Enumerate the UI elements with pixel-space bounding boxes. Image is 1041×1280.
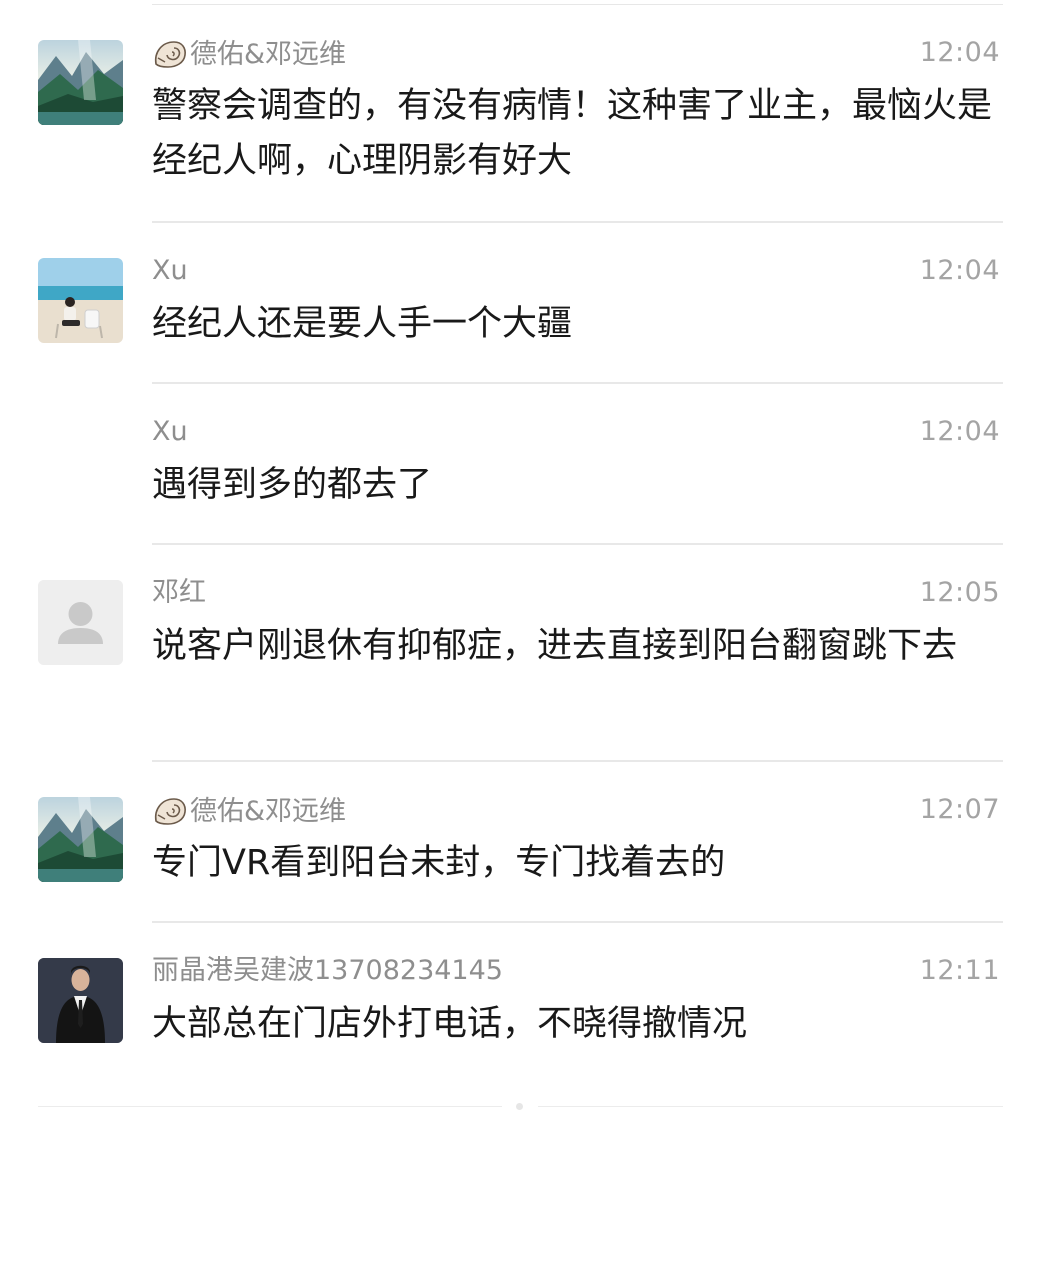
sender-name: 丽晶港吴建波13708234145 xyxy=(152,955,503,986)
message-divider xyxy=(152,221,1003,223)
timestamp: 12:05 xyxy=(919,577,1000,608)
sender-name: Xu xyxy=(152,416,188,447)
suit-man-avatar[interactable] xyxy=(38,958,123,1043)
message-text: 遇得到多的都去了 xyxy=(152,465,433,505)
sender-name-text: 德佑&邓远维 xyxy=(190,796,347,827)
message-text: 警察会调查的，有没有病情！这种害了业主，最恼火是经纪人啊，心理阴影有好大 xyxy=(152,86,993,181)
shell-icon xyxy=(152,795,188,827)
end-divider-right xyxy=(538,1106,1003,1107)
message-text: 大部总在门店外打电话，不晓得撤情况 xyxy=(152,1004,748,1044)
message-divider xyxy=(152,921,1003,923)
timestamp: 12:04 xyxy=(919,255,1000,286)
sender-name: 邓红 xyxy=(152,577,206,608)
timestamp: 12:07 xyxy=(919,794,1000,825)
message-text: 经纪人还是要人手一个大疆 xyxy=(152,304,573,344)
sender-name-text: 德佑&邓远维 xyxy=(190,39,347,70)
message-divider xyxy=(152,760,1003,762)
sender-name: 德佑&邓远维 xyxy=(152,795,346,827)
message-divider xyxy=(152,382,1003,384)
sender-name: Xu xyxy=(152,255,188,286)
default-user-avatar[interactable] xyxy=(38,580,123,665)
timestamp: 12:11 xyxy=(919,955,1000,986)
message-text: 说客户刚退休有抑郁症，进去直接到阳台翻窗跳下去 xyxy=(152,626,958,666)
end-divider-left xyxy=(38,1106,502,1107)
message-divider xyxy=(152,543,1003,545)
sender-name: 德佑&邓远维 xyxy=(152,38,346,70)
landscape-avatar[interactable] xyxy=(38,40,123,125)
landscape-avatar[interactable] xyxy=(38,797,123,882)
message-text: 专门VR看到阳台未封，专门找着去的 xyxy=(152,843,726,883)
end-dot xyxy=(516,1103,523,1110)
top-divider xyxy=(152,4,1003,5)
shell-icon xyxy=(152,38,188,70)
timestamp: 12:04 xyxy=(919,416,1000,447)
timestamp: 12:04 xyxy=(919,37,1000,68)
beach-avatar[interactable] xyxy=(38,258,123,343)
